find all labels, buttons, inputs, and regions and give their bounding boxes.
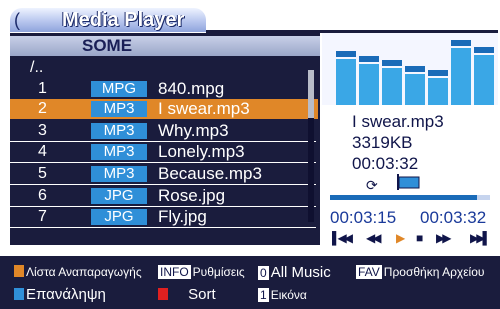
file-name: I swear.mp3	[158, 99, 250, 118]
one-key: 1	[258, 288, 269, 302]
parent-directory-item[interactable]: /..	[30, 60, 43, 76]
file-number: 3	[38, 122, 47, 139]
equalizer-peak	[451, 40, 471, 46]
equalizer-bar	[451, 48, 471, 105]
file-number: 1	[38, 80, 47, 97]
fast-forward-icon[interactable]: ▶▶	[436, 230, 452, 246]
back-arrow-icon[interactable]: (	[14, 9, 20, 31]
repeat-icon: ⟳	[366, 177, 378, 193]
help-sort: Sort	[158, 286, 216, 304]
equalizer-bar	[428, 78, 448, 105]
help-fav: FAV Προσθήκη Αρχείου	[356, 264, 484, 280]
file-row[interactable]: 4 MP3 Lonely.mp3	[10, 142, 318, 162]
rewind-icon[interactable]: ◀◀	[366, 230, 382, 246]
help-info-label: Ρυθμίσεις	[192, 265, 245, 279]
row-divider	[10, 162, 316, 163]
help-repeat: Επανάληψη	[14, 286, 106, 304]
row-divider	[10, 227, 316, 228]
app-title: Media Player	[62, 9, 185, 31]
elapsed-time: 00:03:15	[330, 208, 397, 227]
equalizer-visualizer	[322, 33, 498, 105]
file-row[interactable]: 7 JPG Fly.jpg	[10, 207, 318, 227]
help-fav-label: Προσθήκη Αρχείου	[383, 265, 485, 279]
file-type-badge: MP3	[91, 123, 147, 139]
orange-key-icon	[14, 265, 24, 277]
file-number: 2	[38, 100, 47, 117]
equalizer-bar	[474, 55, 494, 105]
file-row[interactable]: 1 MPG 840.mpg	[10, 79, 318, 99]
file-name: Rose.jpg	[158, 186, 226, 205]
file-type-badge: JPG	[91, 188, 147, 204]
equalizer-bar	[359, 64, 379, 105]
help-sort-label: Sort	[188, 286, 216, 303]
skip-last-icon[interactable]: ▶▶▌	[470, 230, 491, 246]
file-row[interactable]: 6 JPG Rose.jpg	[10, 186, 318, 206]
help-all-music: 0 All Music	[258, 264, 331, 282]
help-playlist: Λίστα Αναπαραγωγής	[14, 264, 142, 280]
file-name: 840.mpg	[158, 79, 225, 98]
zero-key: 0	[258, 266, 269, 280]
file-number: 4	[38, 143, 47, 160]
now-playing-title: I swear.mp3	[352, 112, 444, 131]
equalizer-peak	[428, 70, 448, 76]
file-type-badge: MP3	[91, 144, 147, 160]
file-type-badge: MPG	[91, 81, 147, 97]
file-type-badge: MP3	[91, 101, 147, 117]
now-playing-duration: 00:03:32	[352, 154, 419, 173]
help-picture-label: Εικόνα	[270, 288, 307, 302]
equalizer-bar	[405, 74, 425, 105]
info-key: INFO	[158, 265, 191, 279]
equalizer-bar	[382, 68, 402, 105]
progress-fill	[330, 195, 477, 200]
file-number: 5	[38, 165, 47, 182]
scrollbar-thumb[interactable]	[308, 70, 314, 118]
file-name: Fly.jpg	[158, 207, 207, 226]
file-type-badge: JPG	[91, 209, 147, 225]
red-key-icon	[158, 288, 168, 300]
playback-controls: ▌◀◀ ◀◀ ▶ ■ ▶▶ ▶▶▌	[330, 230, 498, 246]
file-row[interactable]: 2 MP3 I swear.mp3	[10, 99, 318, 119]
file-row[interactable]: 5 MP3 Because.mp3	[10, 164, 318, 184]
now-playing-size: 3319KB	[352, 133, 413, 152]
help-all-music-label: All Music	[270, 264, 331, 281]
skip-first-icon[interactable]: ▌◀◀	[332, 230, 353, 246]
help-playlist-label: Λίστα Αναπαραγωγής	[26, 265, 142, 279]
file-row[interactable]: 3 MP3 Why.mp3	[10, 121, 318, 141]
file-type-badge: MP3	[91, 166, 147, 182]
help-picture: 1 Εικόνα	[258, 287, 307, 303]
file-name: Why.mp3	[158, 121, 229, 140]
equalizer-bar	[336, 59, 356, 105]
file-name: Lonely.mp3	[158, 142, 245, 161]
equalizer-peak	[382, 60, 402, 66]
folder-bar	[10, 36, 320, 56]
help-repeat-label: Επανάληψη	[26, 286, 106, 303]
blue-key-icon	[14, 288, 24, 300]
row-divider	[10, 184, 316, 185]
help-info: INFO Ρυθμίσεις	[158, 264, 245, 280]
file-number: 7	[38, 208, 47, 225]
equalizer-peak	[405, 66, 425, 72]
equalizer-peak	[474, 47, 494, 53]
equalizer-peak	[359, 56, 379, 62]
file-name: Because.mp3	[158, 164, 262, 183]
file-number: 6	[38, 187, 47, 204]
equalizer-peak	[336, 51, 356, 57]
flag-icon	[397, 174, 420, 190]
stop-icon[interactable]: ■	[416, 230, 423, 246]
play-icon[interactable]: ▶	[396, 230, 405, 246]
total-time: 00:03:32	[420, 208, 487, 227]
fav-key: FAV	[356, 265, 382, 279]
folder-name: SOME	[82, 36, 133, 55]
